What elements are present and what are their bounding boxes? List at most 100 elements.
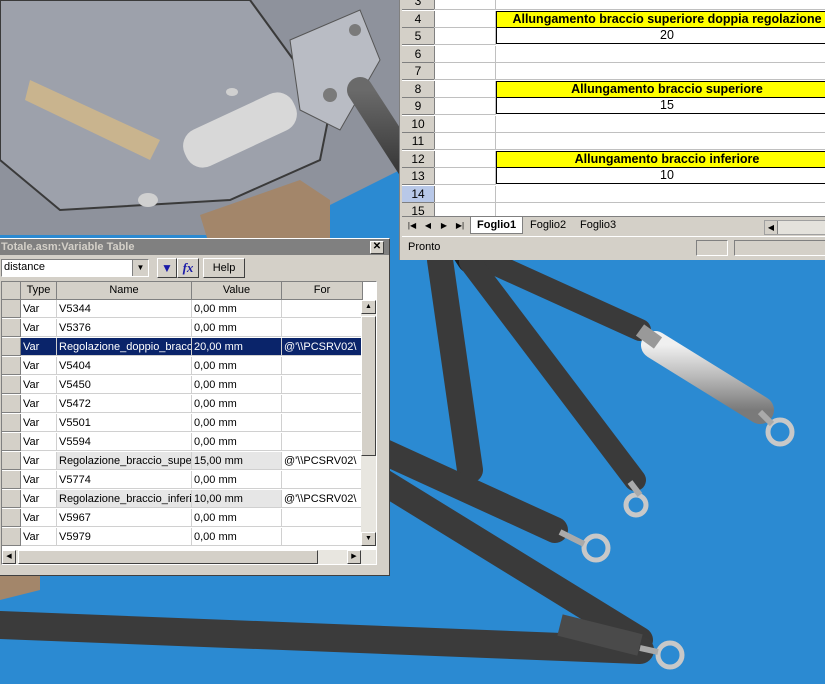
- cell[interactable]: [434, 203, 496, 216]
- row-selector[interactable]: [2, 300, 21, 318]
- value-cell[interactable]: 0,00 mm: [192, 395, 282, 413]
- table-row[interactable]: Var V5376 0,00 mm: [2, 319, 376, 338]
- name-cell[interactable]: V5594: [57, 433, 192, 451]
- value-cell[interactable]: 10: [496, 168, 825, 184]
- chevron-down-icon[interactable]: ▼: [132, 260, 148, 276]
- type-cell[interactable]: Var: [21, 395, 57, 413]
- name-cell[interactable]: Regolazione_doppio_bracc: [57, 338, 192, 356]
- help-button[interactable]: Help: [203, 258, 245, 278]
- cell[interactable]: [434, 150, 496, 168]
- formula-cell[interactable]: [282, 300, 362, 318]
- row-header[interactable]: 13: [402, 168, 435, 185]
- value-cell[interactable]: 20: [496, 28, 825, 44]
- cell[interactable]: [434, 28, 496, 45]
- row-header[interactable]: 6: [402, 45, 435, 63]
- formula-cell[interactable]: @'\\PCSRV02\: [282, 490, 362, 508]
- row-selector[interactable]: [2, 452, 21, 470]
- row-header[interactable]: 15: [402, 203, 435, 216]
- table-row[interactable]: Var V5979 0,00 mm: [2, 528, 376, 547]
- row-selector[interactable]: [2, 414, 21, 432]
- first-sheet-icon[interactable]: |◀: [406, 220, 418, 232]
- value-cell[interactable]: 0,00 mm: [192, 357, 282, 375]
- name-cell[interactable]: V5967: [57, 509, 192, 527]
- type-cell[interactable]: Var: [21, 490, 57, 508]
- type-cell[interactable]: Var: [21, 414, 57, 432]
- table-row[interactable]: Var Regolazione_braccio_supe 15,00 mm @'\\P…: [2, 452, 376, 471]
- header-cell[interactable]: Allungamento braccio superiore: [496, 80, 825, 98]
- row-selector[interactable]: [2, 490, 21, 508]
- formula-cell[interactable]: [282, 319, 362, 337]
- cell[interactable]: [496, 203, 825, 216]
- close-icon[interactable]: ✕: [370, 241, 384, 254]
- column-header-type[interactable]: Type: [21, 282, 57, 300]
- row-header[interactable]: 10: [402, 115, 435, 133]
- value-cell[interactable]: 0,00 mm: [192, 414, 282, 432]
- row-selector[interactable]: [2, 509, 21, 527]
- row-selector[interactable]: [2, 471, 21, 489]
- fx-button[interactable]: fx: [177, 258, 199, 278]
- table-row[interactable]: Var V5774 0,00 mm: [2, 471, 376, 490]
- filter-icon[interactable]: ▼: [157, 258, 177, 278]
- value-cell[interactable]: 0,00 mm: [192, 433, 282, 451]
- formula-cell[interactable]: [282, 433, 362, 451]
- value-cell[interactable]: 15: [496, 98, 825, 114]
- row-header[interactable]: 11: [402, 133, 435, 150]
- type-cell[interactable]: Var: [21, 471, 57, 489]
- type-cell[interactable]: Var: [21, 376, 57, 394]
- spreadsheet-grid[interactable]: 3 4 Allungamento braccio superiore doppia …: [402, 0, 825, 216]
- scrollbar-thumb[interactable]: [18, 550, 318, 564]
- table-row[interactable]: Var V5404 0,00 mm: [2, 357, 376, 376]
- name-cell[interactable]: V5376: [57, 319, 192, 337]
- type-cell[interactable]: Var: [21, 509, 57, 527]
- tab-foglio2[interactable]: Foglio2: [524, 217, 572, 233]
- name-cell[interactable]: V5472: [57, 395, 192, 413]
- value-cell[interactable]: 0,00 mm: [192, 471, 282, 489]
- table-row[interactable]: Var V5450 0,00 mm: [2, 376, 376, 395]
- value-cell[interactable]: 15,00 mm: [192, 452, 282, 470]
- cell[interactable]: [496, 186, 825, 203]
- last-sheet-icon[interactable]: ▶|: [454, 220, 466, 232]
- scroll-up-icon[interactable]: ▲: [361, 300, 376, 314]
- row-header[interactable]: 14: [402, 185, 435, 203]
- value-cell[interactable]: 0,00 mm: [192, 376, 282, 394]
- cell[interactable]: [434, 0, 496, 10]
- type-cell[interactable]: Var: [21, 528, 57, 546]
- value-cell[interactable]: 20,00 mm: [192, 338, 282, 356]
- name-cell[interactable]: V5344: [57, 300, 192, 318]
- row-selector[interactable]: [2, 395, 21, 413]
- table-row[interactable]: Var Regolazione_doppio_bracc 20,00 mm @'\\P…: [2, 338, 376, 357]
- name-cell[interactable]: V5450: [57, 376, 192, 394]
- table-row[interactable]: Var V5472 0,00 mm: [2, 395, 376, 414]
- formula-cell[interactable]: [282, 357, 362, 375]
- scroll-right-icon[interactable]: ▶: [347, 550, 361, 564]
- filter-select[interactable]: distance ▼: [1, 259, 149, 277]
- formula-cell[interactable]: [282, 471, 362, 489]
- cell[interactable]: [434, 115, 496, 133]
- value-cell[interactable]: 0,00 mm: [192, 509, 282, 527]
- cell[interactable]: [434, 185, 496, 203]
- cell[interactable]: [434, 168, 496, 185]
- formula-cell[interactable]: [282, 395, 362, 413]
- cell[interactable]: [496, 63, 825, 80]
- prev-sheet-icon[interactable]: ◀: [422, 220, 434, 232]
- cell[interactable]: [496, 116, 825, 133]
- value-cell[interactable]: 0,00 mm: [192, 319, 282, 337]
- cell[interactable]: [434, 10, 496, 28]
- formula-cell[interactable]: [282, 414, 362, 432]
- name-cell[interactable]: V5404: [57, 357, 192, 375]
- header-cell[interactable]: Allungamento braccio inferiore: [496, 150, 825, 168]
- type-cell[interactable]: Var: [21, 452, 57, 470]
- value-cell[interactable]: 0,00 mm: [192, 528, 282, 546]
- scrollbar-thumb[interactable]: [361, 316, 376, 456]
- formula-cell[interactable]: @'\\PCSRV02\: [282, 452, 362, 470]
- row-selector[interactable]: [2, 338, 21, 356]
- row-selector[interactable]: [2, 357, 21, 375]
- type-cell[interactable]: Var: [21, 319, 57, 337]
- row-selector[interactable]: [2, 433, 21, 451]
- row-header[interactable]: 3: [402, 0, 435, 10]
- table-row[interactable]: Var V5501 0,00 mm: [2, 414, 376, 433]
- row-header[interactable]: 7: [402, 63, 435, 80]
- table-row[interactable]: Var V5344 0,00 mm: [2, 300, 376, 319]
- header-cell[interactable]: Allungamento braccio superiore doppia re…: [496, 10, 825, 28]
- column-header-value[interactable]: Value: [192, 282, 282, 300]
